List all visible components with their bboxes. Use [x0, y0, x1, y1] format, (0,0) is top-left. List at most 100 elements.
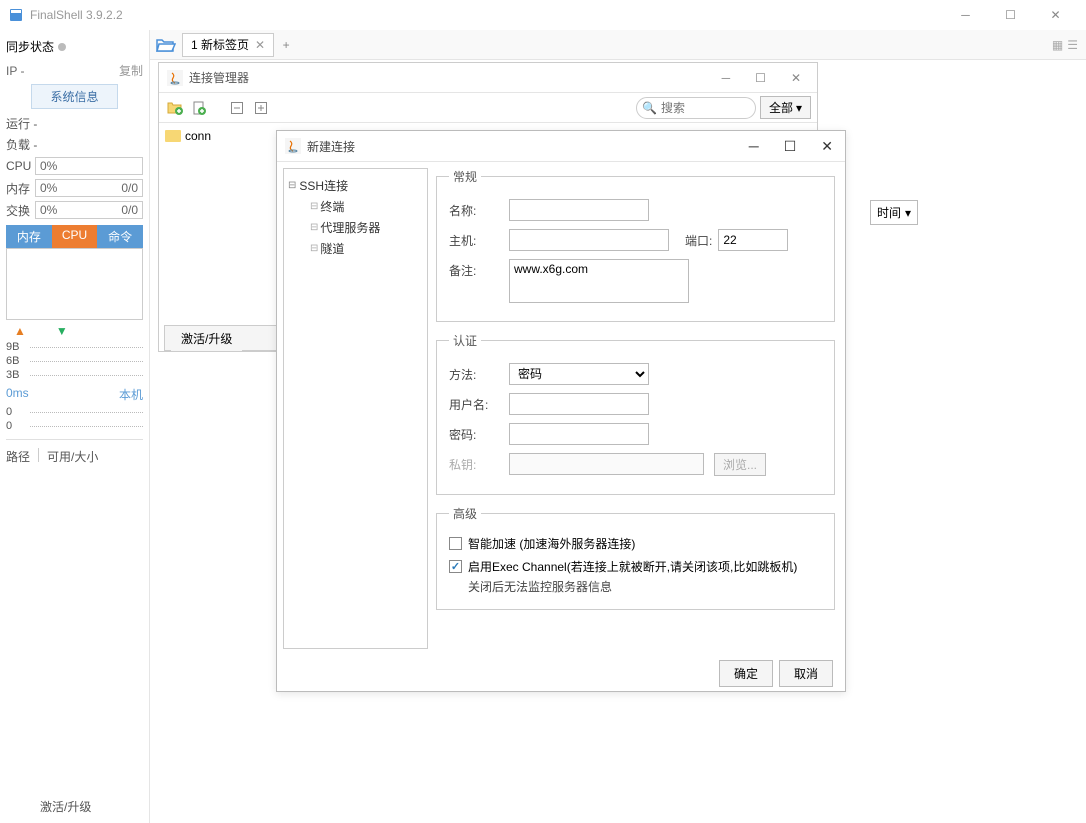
tree-proxy[interactable]: ⊟ 代理服务器: [288, 217, 423, 238]
port-label: 端口:: [685, 229, 712, 249]
user-input[interactable]: [509, 393, 649, 415]
filter-all-button[interactable]: 全部 ▾: [760, 96, 811, 119]
mem-label: 内存: [6, 180, 32, 197]
folder-icon: [165, 130, 181, 142]
mem-right: 0/0: [121, 181, 138, 195]
cm-search: 🔍 全部 ▾: [636, 96, 811, 119]
disk-header: 路径 可用/大小: [6, 446, 143, 467]
maximize-button[interactable]: ☐: [988, 0, 1033, 30]
auth-legend: 认证: [449, 332, 481, 349]
nc-minimize-button[interactable]: ─: [749, 138, 759, 155]
chart-tick-2: 3B: [6, 369, 30, 381]
view-controls: ▦ ☰: [1052, 38, 1086, 52]
path-header: 路径: [6, 448, 30, 465]
general-legend: 常规: [449, 168, 481, 185]
time-dropdown[interactable]: 时间 ▾: [870, 200, 918, 225]
host-input[interactable]: [509, 229, 669, 251]
cm-close-button[interactable]: ✕: [791, 71, 801, 85]
exec-channel-checkbox[interactable]: [449, 560, 462, 573]
pass-label: 密码:: [449, 423, 509, 443]
port-input[interactable]: [718, 229, 788, 251]
method-select[interactable]: 密码: [509, 363, 649, 385]
key-input: [509, 453, 704, 475]
pass-input[interactable]: [509, 423, 649, 445]
nc-maximize-button[interactable]: ☐: [784, 138, 797, 155]
list-view-icon[interactable]: ☰: [1067, 38, 1078, 52]
folder-open-icon[interactable]: [150, 37, 182, 53]
tab-command[interactable]: 命令: [97, 225, 143, 248]
advanced-fieldset: 高级 智能加速 (加速海外服务器连接) 启用Exec Channel(若连接上就…: [436, 505, 835, 610]
nc-form: 常规 名称: 主机: 端口: 备注: www.x6g.com 认证: [428, 162, 845, 655]
new-folder-icon[interactable]: [165, 98, 185, 118]
cpu-value: 0%: [40, 159, 57, 173]
minimize-button[interactable]: ─: [943, 0, 988, 30]
tab-new[interactable]: 1 新标签页 ✕: [182, 33, 274, 57]
nc-title: 新建连接: [307, 138, 749, 155]
latency-value: 0ms: [6, 386, 29, 403]
grid-view-icon[interactable]: ▦: [1052, 38, 1063, 52]
remark-label: 备注:: [449, 259, 509, 279]
swap-metric: 交换 0%0/0: [6, 199, 143, 221]
sync-status-label: 同步状态: [6, 38, 54, 55]
chart-gridline: [30, 361, 143, 362]
load-status: 负载 -: [6, 134, 143, 155]
copy-button[interactable]: 复制: [119, 62, 143, 79]
tree-terminal[interactable]: ⊟ 终端: [288, 196, 423, 217]
separator: [38, 448, 39, 462]
tree-tunnel[interactable]: ⊟ 隧道: [288, 238, 423, 259]
divider: [6, 439, 143, 440]
tab-add-button[interactable]: +: [274, 38, 298, 52]
new-connection-dialog: 新建连接 ─ ☐ ✕ ⊟ SSH连接 ⊟ 终端 ⊟ 代理服务器 ⊟ 隧道: [276, 130, 846, 692]
collapse-icon[interactable]: [227, 98, 247, 118]
activate-button[interactable]: 激活/升级: [171, 326, 242, 351]
cm-maximize-button[interactable]: ☐: [755, 71, 766, 85]
nc-titlebar: 新建连接 ─ ☐ ✕: [277, 131, 845, 161]
exec-channel-label: 启用Exec Channel(若连接上就被断开,请关闭该项,比如跳板机): [468, 558, 797, 575]
remark-input[interactable]: www.x6g.com: [509, 259, 689, 303]
chart-gridline: [30, 412, 143, 413]
tree-branch-icon: ⊟: [310, 222, 317, 233]
app-title: FinalShell 3.9.2.2: [30, 8, 943, 22]
status-dot-icon: [58, 43, 66, 51]
new-item-icon[interactable]: [189, 98, 209, 118]
host-label: 主机:: [449, 229, 509, 249]
tab-close-icon[interactable]: ✕: [255, 38, 265, 52]
key-label: 私钥:: [449, 453, 509, 473]
system-info-button[interactable]: 系统信息: [31, 84, 117, 109]
advanced-legend: 高级: [449, 505, 481, 522]
smart-accel-checkbox[interactable]: [449, 537, 462, 550]
expand-icon[interactable]: [251, 98, 271, 118]
usable-header: 可用/大小: [47, 448, 98, 465]
swap-label: 交换: [6, 202, 32, 219]
latency-row: 0ms 本机: [6, 382, 143, 405]
smart-accel-label: 智能加速 (加速海外服务器连接): [468, 535, 635, 552]
tab-memory[interactable]: 内存: [6, 225, 52, 248]
run-status: 运行 -: [6, 113, 143, 134]
close-button[interactable]: ✕: [1033, 0, 1078, 30]
java-icon: [167, 70, 183, 86]
tab-cpu[interactable]: CPU: [52, 225, 98, 248]
tree-toggle-icon[interactable]: ⊟: [288, 180, 296, 191]
tree-child-label: 终端: [320, 198, 344, 215]
tab-label: 1 新标签页: [191, 36, 249, 53]
tree-ssh-root[interactable]: ⊟ SSH连接: [288, 175, 423, 196]
chevron-down-icon: ▾: [796, 101, 802, 115]
ip-label: IP -: [6, 64, 24, 78]
ok-button[interactable]: 确定: [719, 660, 773, 687]
swap-value: 0%: [40, 203, 57, 217]
cancel-button[interactable]: 取消: [779, 660, 833, 687]
name-label: 名称:: [449, 199, 509, 219]
chart-tick-0: 9B: [6, 341, 30, 353]
mem-metric: 内存 0%0/0: [6, 177, 143, 199]
nc-close-button[interactable]: ✕: [821, 138, 833, 155]
app-icon: [8, 7, 24, 23]
activate-link[interactable]: 激活/升级: [40, 798, 91, 815]
method-label: 方法:: [449, 363, 509, 383]
chart-tick-1: 6B: [6, 355, 30, 367]
name-input[interactable]: [509, 199, 649, 221]
upload-arrow-icon: ▲: [14, 324, 26, 338]
cm-minimize-button[interactable]: ─: [722, 71, 731, 85]
cm-titlebar: 连接管理器 ─ ☐ ✕: [159, 63, 817, 93]
ip-row: IP - 复制: [6, 59, 143, 82]
tree-root-label: SSH连接: [299, 177, 348, 194]
